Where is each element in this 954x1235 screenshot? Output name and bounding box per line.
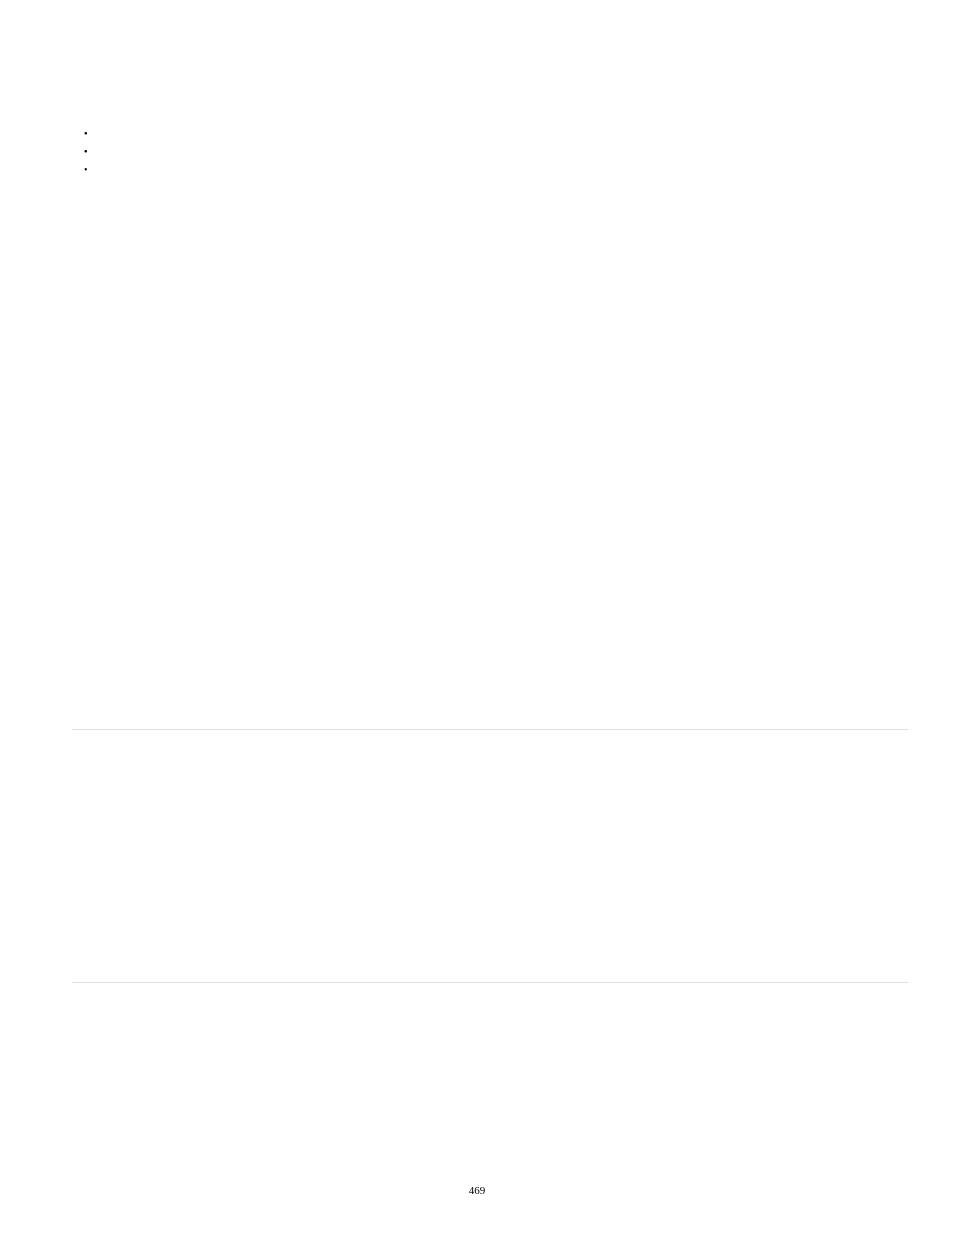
page-content xyxy=(0,0,954,222)
section-divider xyxy=(72,729,908,730)
spacer xyxy=(72,126,882,138)
spacer xyxy=(72,144,882,156)
section-divider xyxy=(72,982,908,983)
page-number: 469 xyxy=(0,1185,954,1197)
